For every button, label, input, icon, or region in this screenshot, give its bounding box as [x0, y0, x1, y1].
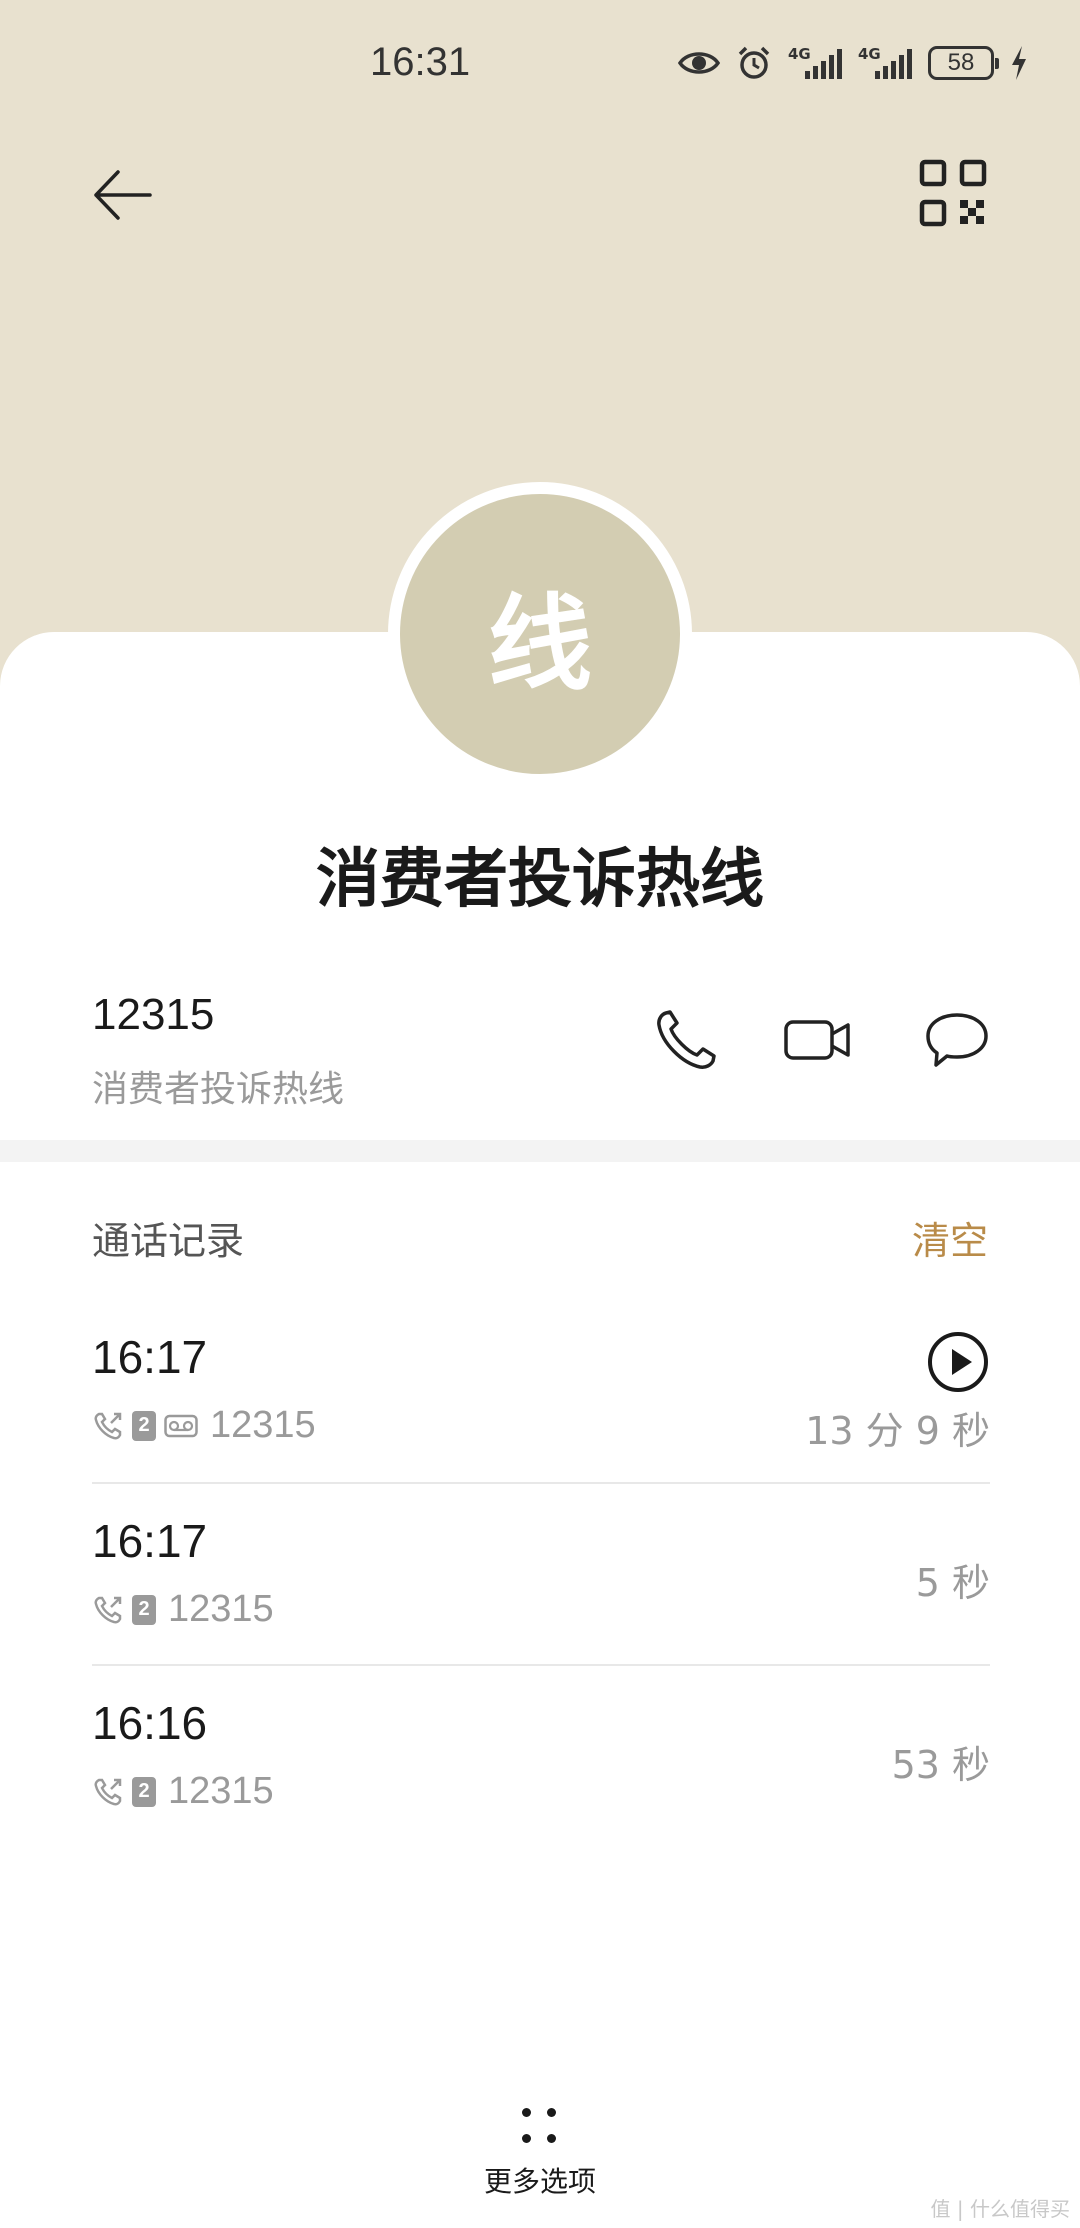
- message-icon: [926, 1013, 988, 1067]
- avatar-initial: 线: [487, 582, 592, 705]
- call-number: 12315: [210, 1404, 316, 1446]
- charging-icon: [1012, 46, 1026, 80]
- qr-code-icon: [919, 159, 987, 227]
- clear-call-log-button[interactable]: 清空: [912, 1210, 988, 1265]
- call-details: 2 12315: [92, 1770, 274, 1813]
- contact-name: 消费者投诉热线: [316, 843, 764, 917]
- outgoing-call-icon: [94, 1596, 122, 1623]
- status-time: 16:31: [370, 40, 471, 84]
- call-details: 2 12315: [92, 1588, 274, 1631]
- call-record[interactable]: 16:17 2 12315 13 分 9 秒: [92, 1300, 990, 1480]
- section-divider: [0, 1140, 1080, 1162]
- call-time: 16:17: [92, 1515, 208, 1567]
- battery-level: 58: [947, 49, 975, 76]
- signal-strength-icon-2: 4G: [858, 43, 912, 83]
- more-dots-icon: [520, 2106, 560, 2148]
- call-record[interactable]: 16:16 2 12315 53 秒: [92, 1664, 990, 1844]
- back-button[interactable]: [88, 160, 158, 230]
- video-call-icon: [784, 1020, 850, 1060]
- play-recording-button[interactable]: [926, 1330, 990, 1394]
- alarm-icon: [738, 46, 770, 79]
- battery-icon: 58: [928, 46, 999, 80]
- phone-icon: [657, 1010, 716, 1069]
- call-record[interactable]: 16:17 2 12315 5 秒: [92, 1482, 990, 1662]
- play-icon: [928, 1332, 988, 1392]
- sim-2-icon: 2: [132, 1776, 156, 1807]
- call-duration: 13 分 9 秒: [805, 1409, 990, 1453]
- sim-2-icon: 2: [132, 1410, 156, 1441]
- call-log-title: 通话记录: [92, 1219, 245, 1263]
- more-options-label: 更多选项: [483, 2165, 596, 2198]
- phone-number-row[interactable]: 12315 消费者投诉热线: [92, 990, 992, 1120]
- call-number: 12315: [168, 1588, 274, 1630]
- qr-code-button[interactable]: [918, 158, 988, 228]
- outgoing-call-icon: [94, 1412, 122, 1439]
- outgoing-call-icon: [94, 1778, 122, 1805]
- signal-strength-icon-1: 4G: [788, 43, 842, 83]
- phone-number-label: 消费者投诉热线: [92, 1069, 345, 1110]
- sim-2-icon: 2: [132, 1594, 156, 1625]
- status-icons: 4G 4G 58: [678, 40, 1028, 86]
- status-bar: 16:31 4G 4G 58: [0, 0, 1080, 130]
- call-details: 2 12315: [92, 1404, 316, 1447]
- more-options-button[interactable]: 更多选项: [440, 2098, 640, 2208]
- video-call-button[interactable]: [782, 1005, 852, 1075]
- eye-icon: [678, 52, 720, 74]
- arrow-left-icon: [94, 170, 152, 220]
- voicemail-icon: [164, 1414, 198, 1437]
- call-duration: 5 秒: [915, 1561, 990, 1605]
- avatar: 线: [388, 482, 692, 786]
- call-time: 16:16: [92, 1697, 208, 1749]
- phone-number: 12315: [92, 990, 215, 1039]
- watermark: 值 | 什么值得买: [930, 2197, 1070, 2221]
- call-button[interactable]: [652, 1005, 722, 1075]
- message-button[interactable]: [922, 1005, 992, 1075]
- call-time: 16:17: [92, 1331, 208, 1383]
- call-number: 12315: [168, 1770, 274, 1812]
- call-duration: 53 秒: [891, 1743, 990, 1787]
